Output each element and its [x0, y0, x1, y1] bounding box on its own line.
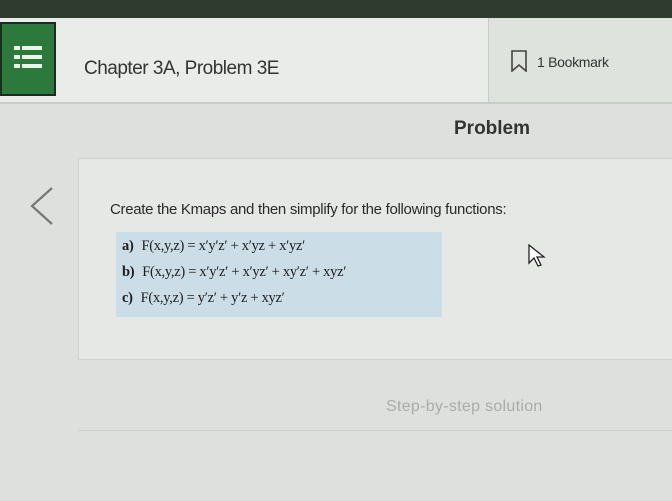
top-bar: [0, 0, 672, 18]
problem-prompt: Create the Kmaps and then simplify for t…: [110, 201, 507, 218]
cursor-icon: [528, 244, 546, 267]
menu-button[interactable]: [0, 22, 56, 96]
problem-heading: Problem: [454, 118, 531, 139]
menu-icon: [14, 46, 42, 72]
equation-item: b) F(x,y,z) = x′y′z′ + x′yz′ + xy′z′ + xy…: [122, 264, 347, 280]
chevron-left-icon[interactable]: [28, 186, 56, 226]
bookmark-button[interactable]: 1 Bookmark: [488, 18, 672, 102]
bookmark-label: 1 Bookmark: [537, 54, 609, 70]
equation-list: a) F(x,y,z) = x′y′z′ + x′yz + x′yz′ b) F(x…: [116, 232, 442, 317]
divider: [78, 430, 672, 431]
step-by-step-button[interactable]: Step-by-step solution: [386, 398, 543, 416]
equation-item: a) F(x,y,z) = x′y′z′ + x′yz + x′yz′: [122, 238, 305, 254]
chapter-title: Chapter 3A, Problem 3E: [84, 58, 279, 79]
equation-item: c) F(x,y,z) = y′z′ + y′z + xyz′: [122, 290, 285, 306]
bookmark-icon: [511, 50, 527, 72]
